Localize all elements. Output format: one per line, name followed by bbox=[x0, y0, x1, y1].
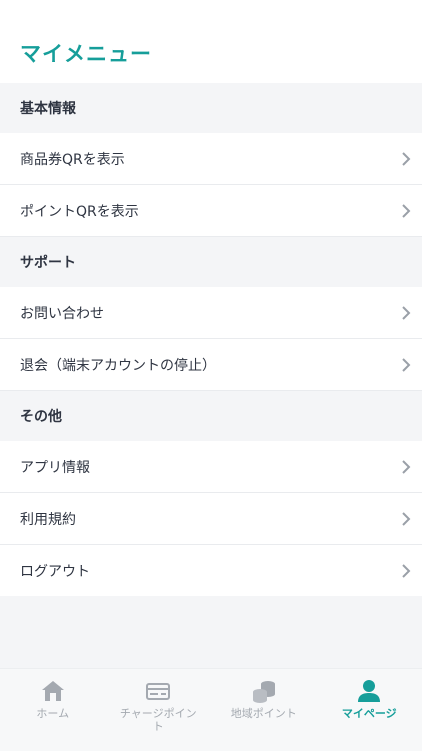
menu-item-label: お問い合わせ bbox=[20, 303, 104, 323]
chevron-right-icon bbox=[400, 306, 412, 320]
tab-label: チャージポイント bbox=[115, 707, 201, 733]
chevron-right-icon bbox=[400, 152, 412, 166]
card-icon bbox=[145, 679, 171, 703]
menu-item-label: 退会（端末アカウントの停止） bbox=[20, 355, 216, 375]
tab-label: ホーム bbox=[10, 707, 96, 720]
chevron-right-icon bbox=[400, 460, 412, 474]
home-icon bbox=[40, 679, 66, 703]
empty-area bbox=[0, 596, 422, 668]
tab-label: マイページ bbox=[326, 707, 412, 720]
tab-charge-point[interactable]: チャージポイント bbox=[106, 669, 212, 751]
bottom-tab-bar: ホーム チャージポイント 地域ポイント マイページ bbox=[0, 668, 422, 751]
tab-label: 地域ポイント bbox=[221, 707, 307, 720]
person-icon bbox=[356, 679, 382, 703]
menu-item-label: ポイントQRを表示 bbox=[20, 201, 139, 221]
menu-item-terms[interactable]: 利用規約 bbox=[0, 493, 422, 545]
tab-local-point[interactable]: 地域ポイント bbox=[211, 669, 317, 751]
section-header-basic: 基本情報 bbox=[0, 83, 422, 133]
chevron-right-icon bbox=[400, 512, 412, 526]
section-header-support: サポート bbox=[0, 237, 422, 287]
tab-home[interactable]: ホーム bbox=[0, 669, 106, 751]
menu-item-point-qr[interactable]: ポイントQRを表示 bbox=[0, 185, 422, 237]
chevron-right-icon bbox=[400, 358, 412, 372]
page-title: マイメニュー bbox=[20, 38, 152, 68]
tab-my-page[interactable]: マイページ bbox=[317, 669, 422, 751]
menu-item-app-info[interactable]: アプリ情報 bbox=[0, 441, 422, 493]
menu-item-label: アプリ情報 bbox=[20, 457, 90, 477]
menu-item-label: ログアウト bbox=[20, 561, 90, 581]
menu-item-logout[interactable]: ログアウト bbox=[0, 545, 422, 597]
chevron-right-icon bbox=[400, 204, 412, 218]
section-header-other: その他 bbox=[0, 391, 422, 441]
menu-list: 基本情報 商品券QRを表示 ポイントQRを表示 サポート お問い合わせ 退会（端… bbox=[0, 83, 422, 597]
menu-item-withdraw[interactable]: 退会（端末アカウントの停止） bbox=[0, 339, 422, 391]
menu-item-contact[interactable]: お問い合わせ bbox=[0, 287, 422, 339]
menu-item-voucher-qr[interactable]: 商品券QRを表示 bbox=[0, 133, 422, 185]
menu-item-label: 利用規約 bbox=[20, 509, 76, 529]
menu-item-label: 商品券QRを表示 bbox=[20, 149, 125, 169]
coins-icon bbox=[251, 679, 277, 703]
chevron-right-icon bbox=[400, 564, 412, 578]
